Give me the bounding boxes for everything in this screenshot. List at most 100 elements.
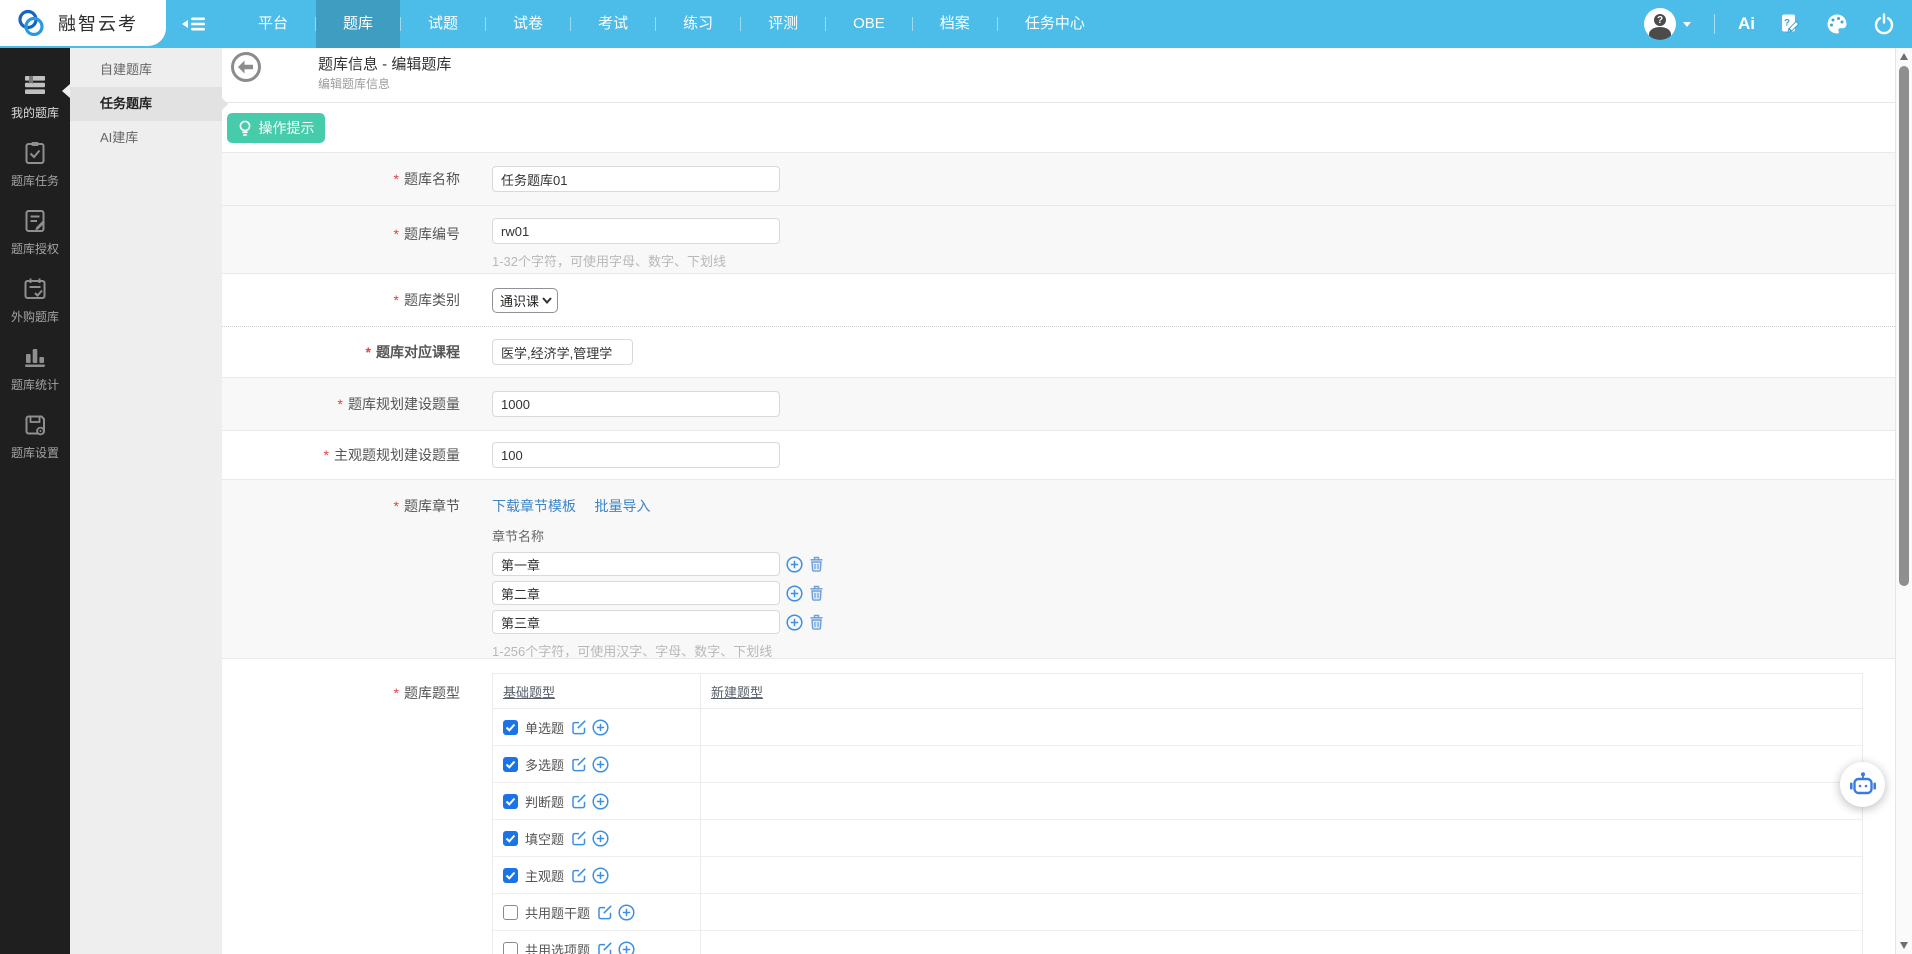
delete-chapter-icon[interactable] xyxy=(809,585,824,601)
checkbox-single-choice[interactable] xyxy=(503,720,518,735)
download-chapter-template-link[interactable]: 下载章节模板 xyxy=(492,498,576,514)
add-type-icon[interactable] xyxy=(618,941,635,954)
checkbox-shared-stem[interactable] xyxy=(503,905,518,920)
required-marker: * xyxy=(394,226,399,242)
submenu-item-ai-bank[interactable]: AI建库 xyxy=(70,121,222,155)
chevron-down-icon xyxy=(542,297,552,304)
form-row-question-types: *题库题型 基础题型 新建题型 单选题 xyxy=(222,658,1895,954)
menu-item-questions[interactable]: 试题 xyxy=(401,0,485,48)
active-indicator-arrow xyxy=(62,84,70,98)
vertical-scrollbar[interactable] xyxy=(1895,48,1912,954)
submenu-item-self-built-bank[interactable]: 自建题库 xyxy=(70,53,222,87)
sidebar-item-bank-tasks[interactable]: 题库任务 xyxy=(0,136,70,204)
menu-item-evaluation[interactable]: 评测 xyxy=(741,0,825,48)
sidebar-item-bank-settings[interactable]: 题库设置 xyxy=(0,408,70,476)
menu-item-platform[interactable]: 平台 xyxy=(231,0,315,48)
batch-import-link[interactable]: 批量导入 xyxy=(594,498,650,514)
form-row-bank-name: *题库名称 xyxy=(222,152,1895,205)
ai-robot-assistant-button[interactable] xyxy=(1840,762,1885,807)
bank-courses-label: 题库对应课程 xyxy=(376,344,460,360)
required-marker: * xyxy=(394,685,399,701)
add-type-icon[interactable] xyxy=(618,904,635,921)
logout-power-icon[interactable] xyxy=(1872,12,1896,36)
custom-type-cell xyxy=(701,857,1862,893)
sidebar-item-bank-statistics[interactable]: 题库统计 xyxy=(0,340,70,408)
bank-category-select[interactable]: 通识课 xyxy=(492,288,558,313)
checkbox-subjective[interactable] xyxy=(503,868,518,883)
chapter-input-1[interactable] xyxy=(492,552,780,576)
chapter-row xyxy=(492,581,1895,605)
menu-item-papers[interactable]: 试卷 xyxy=(486,0,570,48)
add-chapter-icon[interactable] xyxy=(786,585,803,602)
edit-type-icon[interactable] xyxy=(571,756,587,772)
edit-type-icon[interactable] xyxy=(571,830,587,846)
question-types-header: 基础题型 新建题型 xyxy=(493,674,1862,709)
sidebar-item-purchased-banks[interactable]: 外购题库 xyxy=(0,272,70,340)
plan-total-input[interactable] xyxy=(492,391,780,417)
menu-item-practice[interactable]: 练习 xyxy=(656,0,740,48)
delete-chapter-icon[interactable] xyxy=(809,614,824,630)
help-doc-icon[interactable]: ? xyxy=(1778,12,1802,36)
toolbar-divider xyxy=(1714,14,1715,34)
page-header: 题库信息 - 编辑题库 编辑题库信息 xyxy=(222,48,1895,103)
submenu-item-task-bank[interactable]: 任务题库 xyxy=(70,87,222,121)
checkbox-fill-blank[interactable] xyxy=(503,831,518,846)
menu-fold-icon[interactable] xyxy=(182,14,206,34)
add-type-icon[interactable] xyxy=(592,830,609,847)
subjective-total-input[interactable] xyxy=(492,442,780,468)
bank-name-label: 题库名称 xyxy=(404,171,460,187)
bank-code-hint: 1-32个字符，可使用字母、数字、下划线 xyxy=(492,251,1895,270)
brand-logo-icon xyxy=(14,6,48,40)
library-icon xyxy=(22,72,48,98)
checkbox-multiple-choice[interactable] xyxy=(503,757,518,772)
bank-code-input[interactable] xyxy=(492,218,780,244)
scroll-up-arrow[interactable] xyxy=(1900,53,1908,60)
edit-type-icon[interactable] xyxy=(571,719,587,735)
bank-name-input[interactable] xyxy=(492,166,780,192)
sidebar-item-bank-authorization[interactable]: 题库授权 xyxy=(0,204,70,272)
add-type-icon[interactable] xyxy=(592,756,609,773)
theme-palette-icon[interactable] xyxy=(1825,12,1849,36)
menu-item-exams[interactable]: 考试 xyxy=(571,0,655,48)
chapter-input-3[interactable] xyxy=(492,610,780,634)
checkbox-true-false[interactable] xyxy=(503,794,518,809)
add-type-icon[interactable] xyxy=(592,793,609,810)
custom-type-cell xyxy=(701,746,1862,782)
menu-item-archive[interactable]: 档案 xyxy=(913,0,997,48)
qtype-row-fill-blank: 填空题 xyxy=(493,820,1862,857)
add-type-icon[interactable] xyxy=(592,867,609,884)
add-chapter-icon[interactable] xyxy=(786,614,803,631)
subjective-total-label: 主观题规划建设题量 xyxy=(334,447,460,463)
bank-courses-input[interactable] xyxy=(492,339,633,365)
edit-type-icon[interactable] xyxy=(571,793,587,809)
checkbox-shared-options[interactable] xyxy=(503,942,518,954)
sidebar-item-my-question-bank[interactable]: 我的题库 xyxy=(0,68,70,136)
scrollbar-thumb[interactable] xyxy=(1899,66,1909,586)
chapters-hint: 1-256个字符，可使用汉字、字母、数字、下划线 xyxy=(492,641,1895,660)
qtype-row-single-choice: 单选题 xyxy=(493,709,1862,746)
delete-chapter-icon[interactable] xyxy=(809,556,824,572)
form-row-bank-category: *题库类别 通识课 xyxy=(222,273,1895,326)
add-chapter-icon[interactable] xyxy=(786,556,803,573)
menu-item-question-bank[interactable]: 题库 xyxy=(316,0,400,48)
chapter-input-2[interactable] xyxy=(492,581,780,605)
menu-item-obe[interactable]: OBE xyxy=(826,0,912,48)
edit-type-icon[interactable] xyxy=(597,904,613,920)
robot-icon xyxy=(1849,771,1877,799)
user-avatar[interactable]: ? xyxy=(1644,8,1676,40)
operation-tips-button[interactable]: 操作提示 xyxy=(227,113,325,143)
scroll-down-arrow[interactable] xyxy=(1900,942,1908,949)
back-button[interactable] xyxy=(230,51,262,83)
ai-assistant-button[interactable]: Ai xyxy=(1738,14,1755,34)
add-type-icon[interactable] xyxy=(592,719,609,736)
form-row-plan-total: *题库规划建设题量 xyxy=(222,377,1895,430)
edit-type-icon[interactable] xyxy=(571,867,587,883)
custom-types-column-header: 新建题型 xyxy=(701,674,1862,708)
save-gear-icon xyxy=(22,412,48,438)
menu-item-task-center[interactable]: 任务中心 xyxy=(998,0,1112,48)
edit-type-icon[interactable] xyxy=(597,941,613,954)
chapters-label: 题库章节 xyxy=(404,498,460,514)
user-menu[interactable]: ? xyxy=(1644,8,1691,40)
required-marker: * xyxy=(366,344,371,360)
svg-text:?: ? xyxy=(1784,18,1790,29)
